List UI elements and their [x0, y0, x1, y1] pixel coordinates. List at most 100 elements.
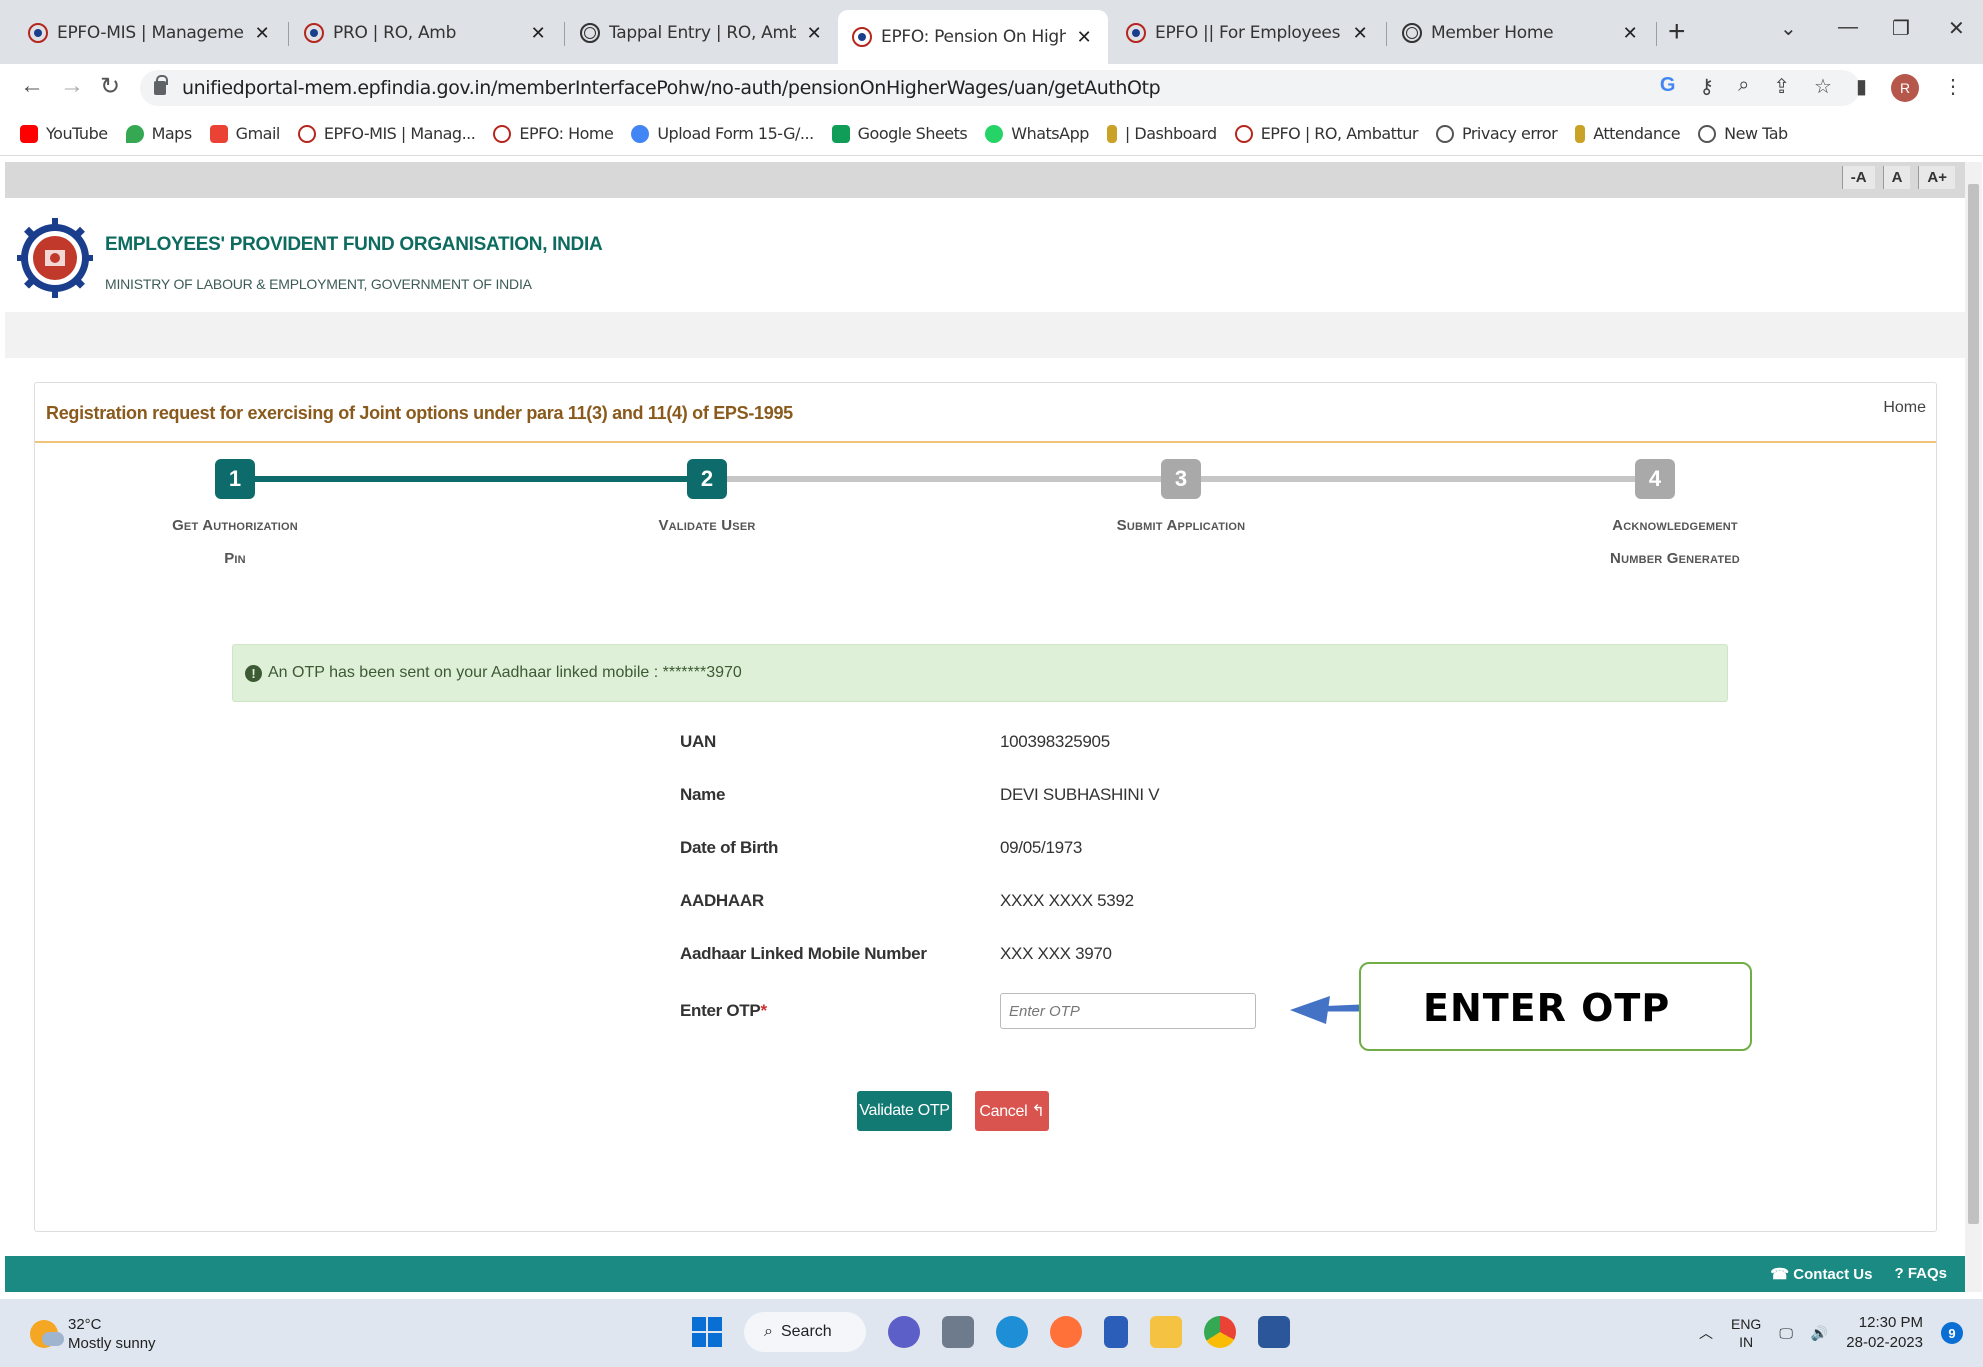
bookmark-label: New Tab [1724, 124, 1788, 143]
page-scrollbar[interactable] [1965, 162, 1982, 1292]
tab-title: EPFO || For Employees [1155, 23, 1341, 43]
home-link[interactable]: Home [1883, 399, 1926, 417]
validate-otp-button[interactable]: Validate OTP [857, 1091, 952, 1131]
side-panel-icon[interactable]: ▮ [1856, 74, 1867, 102]
tab-title: Tappal Entry | RO, Amb [609, 23, 796, 43]
enter-otp-callout: ENTER OTP [1359, 962, 1752, 1051]
progress-stepper: 1 2 3 4 Get Authorization Pin Validate U… [35, 443, 1936, 593]
close-icon[interactable]: ✕ [1620, 23, 1640, 44]
detail-label: AADHAAR [680, 891, 764, 910]
weather-text: Mostly sunny [68, 1335, 156, 1352]
word-icon[interactable] [1258, 1316, 1290, 1348]
font-normal-button[interactable]: A [1882, 166, 1911, 189]
tab-tappal-entry[interactable]: Tappal Entry | RO, Amb ✕ [566, 10, 838, 56]
tab-title: PRO | RO, Amb [333, 23, 457, 43]
key-icon[interactable]: ⚷ [1699, 74, 1714, 102]
notification-badge[interactable]: 9 [1941, 1322, 1963, 1344]
tab-search-chevron-icon[interactable]: ⌄ [1780, 16, 1797, 41]
close-icon[interactable]: ✕ [1350, 23, 1370, 44]
cancel-button[interactable]: Cancel ↰ [975, 1091, 1049, 1131]
forward-arrow-icon[interactable]: → [60, 72, 84, 100]
globe-icon [580, 23, 600, 43]
bookmark-epfo-mis[interactable]: EPFO-MIS | Manag... [297, 124, 476, 143]
tab-member-home[interactable]: Member Home ✕ [1388, 10, 1654, 56]
bookmark-star-icon[interactable]: ☆ [1814, 74, 1832, 102]
bookmark-epfo-home[interactable]: EPFO: Home [493, 124, 614, 143]
profile-avatar[interactable]: R [1891, 74, 1919, 102]
youtube-icon [20, 124, 38, 143]
bookmark-privacy-error[interactable]: Privacy error [1435, 124, 1558, 143]
contact-us-link[interactable]: ☎ Contact Us [1770, 1265, 1872, 1283]
step-label-line: Validate User [658, 517, 756, 534]
tab-pro-ro[interactable]: PRO | RO, Amb ✕ [290, 10, 562, 56]
otp-input[interactable] [1000, 993, 1256, 1029]
bookmark-gmail[interactable]: Gmail [209, 124, 281, 143]
accessibility-bar: -A A A+ [5, 162, 1965, 198]
detail-row-aadhaar: AADHAAR XXXX XXXX 5392 [680, 886, 1134, 916]
bookmark-label: Gmail [235, 124, 281, 143]
tab-epfo-mis[interactable]: EPFO-MIS | Management Info ✕ [14, 10, 286, 56]
bookmark-epfo-ro[interactable]: EPFO | RO, Ambattur [1234, 124, 1418, 143]
back-arrow-icon[interactable]: ← [20, 72, 44, 100]
windows-start-icon[interactable] [692, 1317, 722, 1347]
close-icon[interactable]: ✕ [1074, 27, 1094, 48]
faqs-link[interactable]: ? FAQs [1894, 1265, 1947, 1283]
epfo-logo-icon [852, 27, 872, 47]
google-icon [631, 124, 650, 143]
new-tab-button[interactable]: + [1668, 16, 1686, 48]
cancel-label: Cancel [979, 1103, 1028, 1120]
zoom-icon[interactable]: ⌕ [1738, 74, 1749, 102]
bookmark-google-sheets[interactable]: Google Sheets [831, 124, 968, 143]
taskbar-search[interactable]: ⌕ Search [744, 1312, 866, 1352]
clock[interactable]: 12:30 PM 28-02-2023 [1846, 1313, 1923, 1353]
firefox-icon[interactable] [1050, 1316, 1082, 1348]
share-icon[interactable]: ⇪ [1773, 74, 1790, 102]
volume-icon[interactable]: 🔊 [1811, 1325, 1828, 1342]
google-icon[interactable]: G [1660, 74, 1676, 102]
bookmark-attendance[interactable]: Attendance [1575, 124, 1681, 143]
folder-icon[interactable] [1150, 1316, 1182, 1348]
language-indicator[interactable]: ENG IN [1731, 1315, 1761, 1351]
bookmark-maps[interactable]: Maps [125, 124, 192, 143]
scrollbar-thumb[interactable] [1968, 184, 1979, 1224]
faqs-label: FAQs [1907, 1265, 1947, 1282]
browser-toolbar-icons: G ⚷ ⌕ ⇪ ☆ ▮ R ⋮ [1660, 74, 1963, 102]
restore-icon[interactable]: ❐ [1892, 16, 1910, 41]
alert-text: An OTP has been sent on your Aadhaar lin… [268, 664, 742, 681]
tab-epfo-employees[interactable]: EPFO || For Employees ✕ [1112, 10, 1384, 56]
chevron-up-icon[interactable]: ︿ [1699, 1323, 1713, 1343]
tab-title: EPFO: Pension On Higher Wa [881, 27, 1066, 47]
tab-pension-higher-wages[interactable]: EPFO: Pension On Higher Wa ✕ [838, 10, 1108, 64]
window-close-icon[interactable]: ✕ [1948, 16, 1965, 41]
detail-row-mobile: Aadhaar Linked Mobile Number XXX XXX 397… [680, 939, 1112, 969]
network-icon[interactable]: 🖵 [1779, 1325, 1793, 1342]
bookmark-label: YouTube [46, 124, 108, 143]
bookmark-dashboard[interactable]: | Dashboard [1106, 124, 1217, 143]
chrome-icon[interactable] [1204, 1316, 1236, 1348]
edge-icon[interactable] [996, 1316, 1028, 1348]
teams-icon[interactable] [888, 1316, 920, 1348]
bookmark-upload-form[interactable]: Upload Form 15-G/... [631, 124, 814, 143]
url-field[interactable]: unifiedportal-mem.epfindia.gov.in/member… [140, 70, 1860, 106]
notepad-icon[interactable] [1104, 1316, 1128, 1348]
epfo-logo-icon [304, 23, 324, 43]
minimize-icon[interactable]: — [1838, 16, 1858, 39]
close-icon[interactable]: ✕ [528, 23, 548, 44]
detail-value: DEVI SUBHASHINI V [1000, 785, 1160, 804]
bookmark-youtube[interactable]: YouTube [20, 124, 108, 143]
bookmark-whatsapp[interactable]: WhatsApp [985, 124, 1089, 143]
date: 28-02-2023 [1846, 1334, 1923, 1351]
menu-kebab-icon[interactable]: ⋮ [1943, 74, 1963, 102]
font-increase-button[interactable]: A+ [1918, 166, 1955, 189]
close-icon[interactable]: ✕ [804, 23, 824, 44]
exclamation-circle-icon: ! [245, 664, 262, 682]
close-icon[interactable]: ✕ [252, 23, 272, 44]
bookmark-label: | Dashboard [1124, 124, 1217, 143]
weather-widget[interactable]: 32°C Mostly sunny [30, 1315, 156, 1353]
font-decrease-button[interactable]: -A [1841, 166, 1875, 189]
detail-row-dob: Date of Birth 09/05/1973 [680, 833, 1082, 863]
file-manager-icon[interactable] [942, 1316, 974, 1348]
url-text: unifiedportal-mem.epfindia.gov.in/member… [182, 77, 1161, 99]
reload-icon[interactable]: ↻ [100, 72, 120, 101]
bookmark-new-tab[interactable]: New Tab [1698, 124, 1788, 143]
